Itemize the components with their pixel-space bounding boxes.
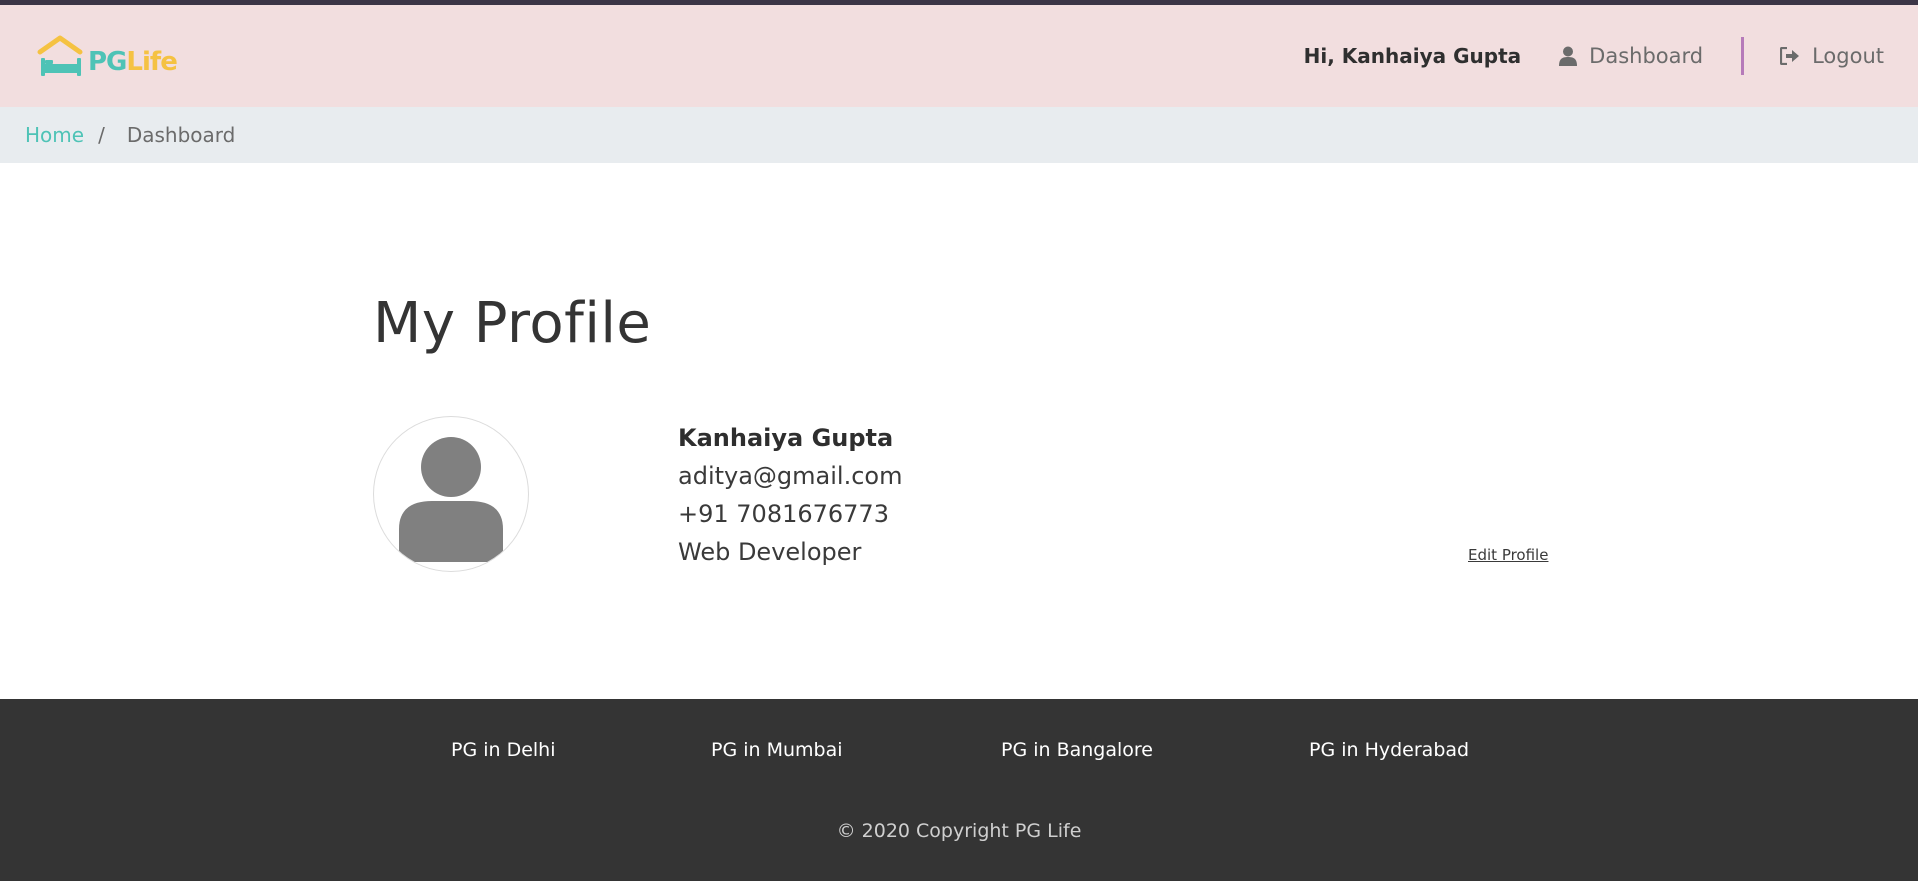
- profile-info: Kanhaiya Gupta aditya@gmail.com +91 7081…: [678, 419, 902, 571]
- footer: PG in Delhi PG in Mumbai PG in Bangalore…: [0, 699, 1918, 881]
- nav-dashboard-link[interactable]: Dashboard: [1559, 44, 1703, 68]
- house-bed-logo-icon: [37, 35, 83, 76]
- nav-logout-label: Logout: [1812, 44, 1884, 68]
- footer-link-delhi[interactable]: PG in Delhi: [451, 739, 556, 761]
- profile-email: aditya@gmail.com: [678, 462, 903, 490]
- profile-name: Kanhaiya Gupta: [678, 424, 894, 452]
- nav-dashboard-label: Dashboard: [1589, 44, 1704, 68]
- breadcrumb-current: Dashboard: [126, 123, 236, 147]
- breadcrumb: Home / Dashboard: [0, 107, 1918, 163]
- user-avatar-icon: [399, 433, 503, 562]
- breadcrumb-separator: /: [98, 123, 105, 147]
- navbar: PGLife Hi, Kanhaiya Gupta Dashboard Logo…: [0, 5, 1918, 107]
- nav-divider: [1741, 37, 1745, 75]
- footer-links: PG in Delhi PG in Mumbai PG in Bangalore…: [0, 739, 1918, 769]
- logo-text: PGLife: [88, 47, 178, 77]
- nav-right: Hi, Kanhaiya Gupta Dashboard Logout: [1304, 37, 1884, 75]
- footer-link-mumbai[interactable]: PG in Mumbai: [711, 739, 843, 761]
- avatar: [373, 416, 529, 572]
- breadcrumb-home-link[interactable]: Home: [25, 123, 84, 147]
- footer-link-bangalore[interactable]: PG in Bangalore: [1001, 739, 1153, 761]
- sign-out-icon: [1780, 47, 1800, 65]
- profile-phone: +91 7081676773: [678, 500, 889, 528]
- edit-profile-link[interactable]: Edit Profile: [1468, 546, 1548, 564]
- profile-occupation: Web Developer: [678, 538, 862, 566]
- footer-link-hyderabad[interactable]: PG in Hyderabad: [1309, 739, 1469, 761]
- user-icon: [1559, 46, 1578, 66]
- user-greeting: Hi, Kanhaiya Gupta: [1303, 44, 1522, 68]
- profile-section: My Profile Kanhaiya Gupta aditya@gmail.c…: [0, 163, 1918, 699]
- page-title: My Profile: [373, 291, 652, 356]
- copyright-text: © 2020 Copyright PG Life: [836, 820, 1082, 842]
- nav-logout-link[interactable]: Logout: [1780, 44, 1884, 68]
- logo[interactable]: PGLife: [36, 31, 178, 81]
